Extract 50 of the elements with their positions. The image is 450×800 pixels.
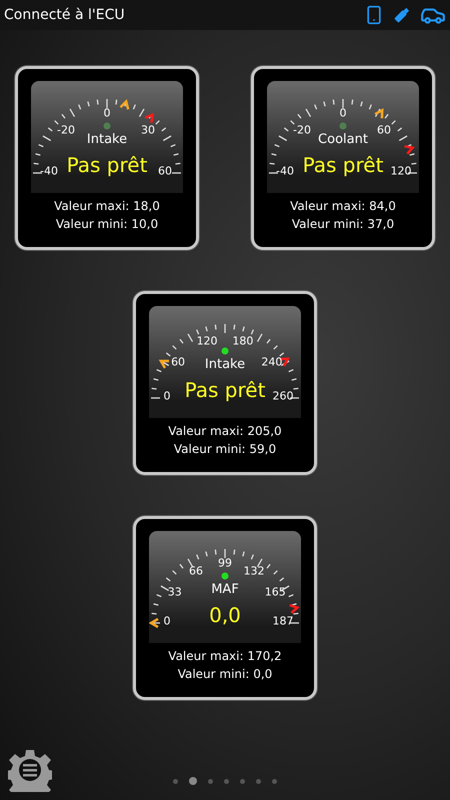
stat-text: Valeur maxi: 84,0 <box>290 199 396 214</box>
gauge-value: Pas prêt <box>66 155 148 175</box>
scale-label: 66 <box>189 565 203 576</box>
limit-marker-icon <box>289 604 300 614</box>
scale-label: 60 <box>158 166 172 176</box>
gauge-title: Intake <box>86 133 128 146</box>
warning-marker-icon <box>120 99 130 110</box>
scale-label: 240 <box>261 356 282 368</box>
scale-label: -40 <box>40 166 58 176</box>
status-title: Connecté à l'ECU <box>4 6 125 24</box>
scale-label: -20 <box>57 124 75 136</box>
gauge-title: Intake <box>204 358 246 371</box>
scale-label: -40 <box>276 166 294 176</box>
settings-menu-button[interactable] <box>8 748 52 792</box>
scale-label: 120 <box>390 166 412 176</box>
scale-label: 33 <box>168 586 182 598</box>
scale-label: 60 <box>171 356 186 368</box>
warning-marker-icon <box>158 360 169 369</box>
settings-icon <box>8 748 52 792</box>
stat-text: Valeur mini: 37,0 <box>292 217 394 232</box>
gauge-value: Pas prêt <box>302 155 384 175</box>
scale-label: 260 <box>272 390 294 402</box>
scale-label: 120 <box>196 335 218 346</box>
scale-label: 99 <box>218 558 232 568</box>
scale-label: 165 <box>264 586 286 598</box>
stat-text: Valeur mini: 0,0 <box>178 667 272 682</box>
stat-text: Valeur maxi: 18,0 <box>54 199 160 214</box>
scale-label: -20 <box>293 124 311 136</box>
scale-label: 0 <box>340 108 346 118</box>
scale-label: 187 <box>272 616 294 626</box>
usb-stick-icon <box>392 5 412 25</box>
stat-text: Valeur mini: 59,0 <box>174 442 276 457</box>
scale-label: 0 <box>104 108 110 118</box>
gauge-value: Pas prêt <box>184 380 266 400</box>
gauge-value: 0,0 <box>209 605 241 625</box>
warning-marker-icon <box>149 618 159 628</box>
scale-label: 0 <box>164 616 170 626</box>
gauge-title: MAF <box>211 583 239 596</box>
stat-text: Valeur maxi: 170,2 <box>168 649 282 664</box>
scale-label: 180 <box>232 335 254 346</box>
gauge-title: Coolant <box>318 133 368 146</box>
stat-text: Valeur mini: 10,0 <box>56 217 158 232</box>
scale-label: 132 <box>244 565 264 576</box>
stat-text: Valeur maxi: 205,0 <box>168 424 282 439</box>
scale-label: 30 <box>141 124 155 136</box>
scale-label: 60 <box>377 124 391 136</box>
warning-marker-icon <box>374 108 384 118</box>
scale-label: 0 <box>164 390 170 402</box>
limit-marker-icon <box>144 112 154 123</box>
limit-marker-icon <box>404 145 415 155</box>
